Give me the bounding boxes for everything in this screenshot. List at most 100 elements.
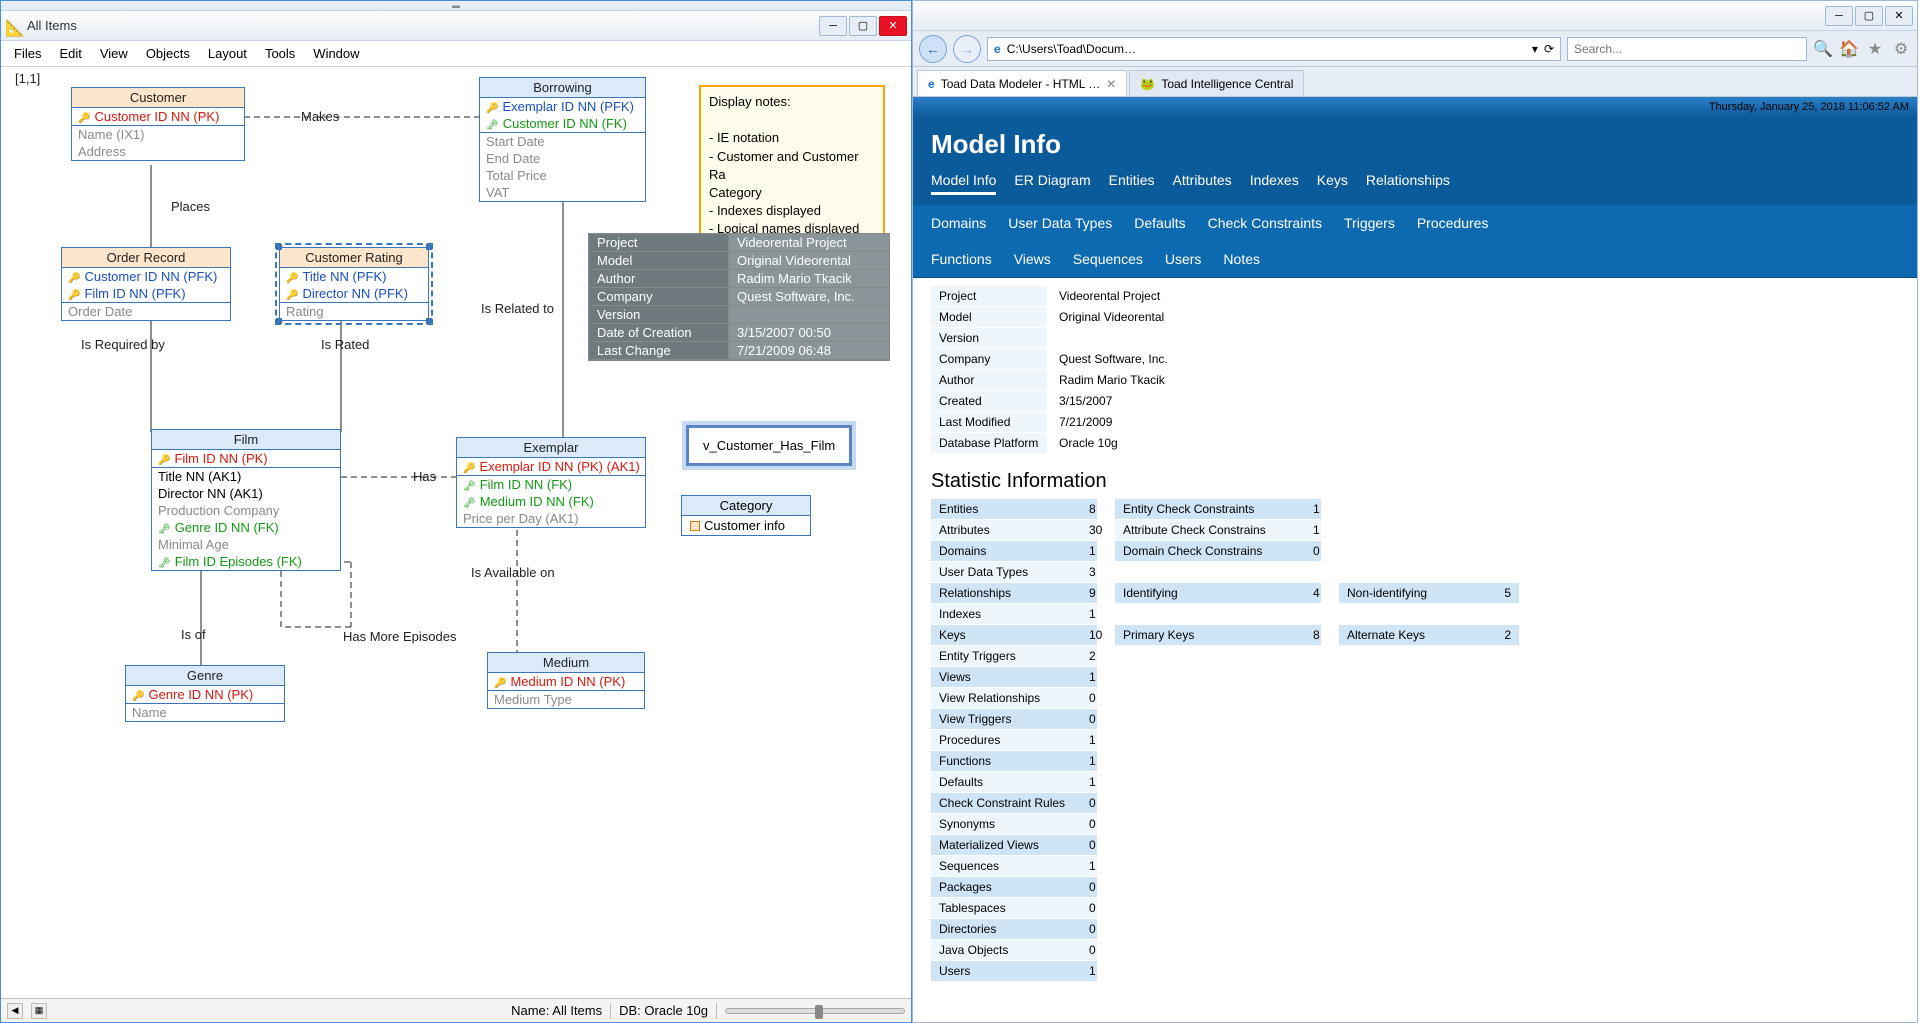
nav-defaults[interactable]: Defaults	[1134, 215, 1185, 231]
nav-notes[interactable]: Notes	[1223, 251, 1260, 267]
prop-row: AuthorRadim Mario Tkacik	[931, 370, 1899, 391]
view-customer-has-film[interactable]: v_Customer_Has_Film	[686, 425, 852, 466]
menu-tools[interactable]: Tools	[256, 43, 304, 64]
entity-header: Medium	[488, 653, 644, 673]
entity-medium[interactable]: Medium Medium ID NN (PK) Medium Type	[487, 652, 645, 709]
nav-check-constraints[interactable]: Check Constraints	[1208, 215, 1322, 231]
browser-titlebar: ─ ▢ ✕	[913, 1, 1917, 31]
back-button[interactable]: ←	[919, 35, 947, 63]
report-banner: Model Info Model Info ER Diagram Entitie…	[913, 117, 1917, 205]
nav-views[interactable]: Views	[1014, 251, 1051, 267]
menu-objects[interactable]: Objects	[137, 43, 199, 64]
toad-icon: 🐸	[1140, 77, 1155, 91]
scroll-left-button[interactable]: ◀	[7, 1003, 23, 1019]
diagram-canvas[interactable]: [1,1] Customer Customer ID NN (PK)	[1, 67, 911, 998]
prop-row: Created3/15/2007	[931, 391, 1899, 412]
entity-header: Customer	[72, 88, 244, 108]
forward-button[interactable]: →	[953, 35, 981, 63]
stat-row: Procedures1	[931, 730, 1899, 751]
report-date: Thursday, January 25, 2018 11:06:52 AM	[913, 97, 1917, 117]
modeler-window: 📐 All Items ─ ▢ ✕ Files Edit View Object…	[0, 0, 912, 1023]
menubar: Files Edit View Objects Layout Tools Win…	[1, 41, 911, 67]
minimize-button[interactable]: ─	[1825, 6, 1853, 26]
key-icon	[68, 269, 80, 284]
nav-users[interactable]: Users	[1165, 251, 1202, 267]
rel-hasmore: Has More Episodes	[343, 629, 456, 644]
nav-attributes[interactable]: Attributes	[1173, 172, 1232, 195]
entity-exemplar[interactable]: Exemplar Exemplar ID NN (PK) (AK1) Film …	[456, 437, 646, 528]
nav-udt[interactable]: User Data Types	[1008, 215, 1112, 231]
stat-row: Sequences1	[931, 856, 1899, 877]
stat-title: Statistic Information	[931, 470, 1899, 493]
nav-procedures[interactable]: Procedures	[1417, 215, 1489, 231]
prop-row: Version	[931, 328, 1899, 349]
menu-window[interactable]: Window	[304, 43, 368, 64]
rel-makes: Makes	[301, 109, 339, 124]
fk-icon	[486, 116, 499, 131]
nav-keys[interactable]: Keys	[1317, 172, 1348, 195]
maximize-button[interactable]: ▢	[1855, 6, 1883, 26]
browser-tabs: e Toad Data Modeler - HTML … ✕ 🐸 Toad In…	[913, 67, 1917, 97]
nav-functions[interactable]: Functions	[931, 251, 992, 267]
entity-customer-rating[interactable]: Customer Rating Title NN (PFK) Director …	[279, 247, 429, 321]
stat-row: Relationships9Identifying4Non-identifyin…	[931, 583, 1899, 604]
stat-row: Defaults1	[931, 772, 1899, 793]
entity-borrowing[interactable]: Borrowing Exemplar ID NN (PFK) Customer …	[479, 77, 646, 202]
menu-layout[interactable]: Layout	[199, 43, 256, 64]
search-input[interactable]	[1567, 37, 1807, 61]
entity-header: Borrowing	[480, 78, 645, 98]
nav-entities[interactable]: Entities	[1109, 172, 1155, 195]
entity-genre[interactable]: Genre Genre ID NN (PK) Name	[125, 665, 285, 722]
nav-domains[interactable]: Domains	[931, 215, 986, 231]
nav-er-diagram[interactable]: ER Diagram	[1014, 172, 1090, 195]
maximize-button[interactable]: ▢	[849, 16, 877, 36]
col-customer-id: Customer ID NN (FK)	[480, 115, 645, 132]
search-icon[interactable]: 🔍	[1813, 39, 1833, 59]
refresh-icon[interactable]: ⟳	[1544, 42, 1554, 56]
rel-isrelatedto: Is Related to	[481, 301, 554, 316]
tab-close-icon[interactable]: ✕	[1106, 77, 1116, 91]
prop-row: CompanyQuest Software, Inc.	[931, 349, 1899, 370]
nav-triggers[interactable]: Triggers	[1344, 215, 1395, 231]
grid-toggle[interactable]: ▦	[31, 1003, 47, 1019]
stat-row: Entity Triggers2	[931, 646, 1899, 667]
stat-row: Tablespaces0	[931, 898, 1899, 919]
coord-label: [1,1]	[15, 71, 40, 86]
report-nav-tertiary: Functions Views Sequences Users Notes	[913, 241, 1917, 278]
gear-icon[interactable]: ⚙	[1891, 39, 1911, 59]
nav-model-info[interactable]: Model Info	[931, 172, 996, 195]
nav-relationships[interactable]: Relationships	[1366, 172, 1450, 195]
fav-icon[interactable]: ★	[1865, 39, 1885, 59]
stat-row: Directories0	[931, 919, 1899, 940]
key-icon	[486, 99, 498, 114]
titlebar: 📐 All Items ─ ▢ ✕	[1, 11, 911, 41]
menu-edit[interactable]: Edit	[50, 43, 90, 64]
entity-order-record[interactable]: Order Record Customer ID NN (PFK) Film I…	[61, 247, 231, 321]
fk-icon	[158, 520, 171, 535]
fk-icon	[463, 477, 476, 492]
report-nav-secondary: Domains User Data Types Defaults Check C…	[913, 205, 1917, 241]
stat-row: Synonyms0	[931, 814, 1899, 835]
stat-row: Functions1	[931, 751, 1899, 772]
report-content[interactable]: Thursday, January 25, 2018 11:06:52 AM M…	[913, 97, 1917, 1022]
zoom-slider[interactable]	[725, 1008, 905, 1014]
minimize-button[interactable]: ─	[819, 16, 847, 36]
window-grip[interactable]	[1, 1, 911, 11]
menu-view[interactable]: View	[91, 43, 137, 64]
close-button[interactable]: ✕	[1885, 6, 1913, 26]
fk-icon	[463, 494, 476, 509]
menu-files[interactable]: Files	[5, 43, 50, 64]
category-box[interactable]: Category Customer info	[681, 495, 811, 536]
stat-row: Domains1Domain Check Constrains0	[931, 541, 1899, 562]
home-icon[interactable]: 🏠	[1839, 39, 1859, 59]
close-button[interactable]: ✕	[879, 16, 907, 36]
address-bar[interactable]: e C:\Users\Toad\Docum… ▾ ⟳	[987, 37, 1561, 61]
tab-intelligence-central[interactable]: 🐸 Toad Intelligence Central	[1129, 70, 1304, 96]
nav-indexes[interactable]: Indexes	[1250, 172, 1299, 195]
window-title: All Items	[27, 18, 819, 33]
stats-table: Entities8Entity Check Constraints1Attrib…	[931, 499, 1899, 982]
entity-customer[interactable]: Customer Customer ID NN (PK) Name (IX1) …	[71, 87, 245, 161]
tab-html-report[interactable]: e Toad Data Modeler - HTML … ✕	[917, 70, 1127, 96]
nav-sequences[interactable]: Sequences	[1073, 251, 1143, 267]
entity-film[interactable]: Film Film ID NN (PK) Title NN (AK1) Dire…	[151, 429, 341, 571]
